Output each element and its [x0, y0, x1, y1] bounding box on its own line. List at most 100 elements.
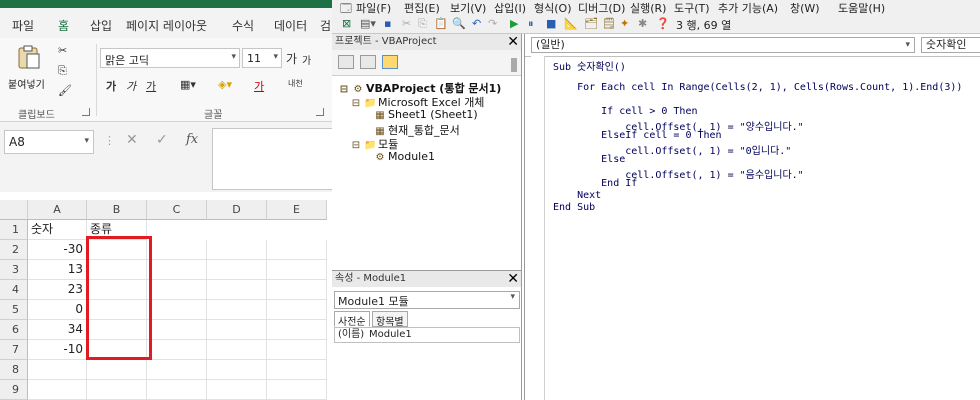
- copy-icon[interactable]: ⎘: [418, 17, 427, 31]
- row-header[interactable]: 5: [0, 300, 28, 320]
- code-line[interactable]: Next: [553, 190, 601, 201]
- code-line[interactable]: Else: [553, 154, 625, 165]
- row-header[interactable]: 1: [0, 220, 28, 240]
- close-icon[interactable]: ✕: [507, 271, 519, 287]
- italic-button[interactable]: 가: [126, 78, 136, 94]
- excel-view-icon[interactable]: ⊠: [342, 17, 351, 30]
- row-header[interactable]: 6: [0, 320, 28, 340]
- menu-run[interactable]: 실행(R): [630, 0, 666, 14]
- insert-object-icon[interactable]: ▤▾: [360, 17, 376, 30]
- tab-insert[interactable]: 삽입: [90, 17, 112, 34]
- object-browser-icon[interactable]: ✦: [620, 17, 629, 30]
- cell-a7[interactable]: -10: [28, 340, 87, 360]
- help-icon[interactable]: ❓: [656, 17, 670, 30]
- stop-icon[interactable]: ■: [546, 17, 556, 30]
- run-icon[interactable]: ▶: [510, 17, 518, 30]
- cell-a3[interactable]: 13: [28, 260, 87, 280]
- tab-formulas[interactable]: 수식: [232, 17, 254, 34]
- menu-window[interactable]: 창(W): [790, 0, 820, 14]
- column-header-d[interactable]: D: [207, 200, 267, 220]
- properties-object-select[interactable]: Module1 모듈 ▾: [334, 291, 520, 309]
- select-all-corner[interactable]: [0, 200, 28, 220]
- phonetic-button[interactable]: 내천: [288, 78, 303, 89]
- clipboard-launcher-icon[interactable]: [82, 108, 90, 116]
- paste-button[interactable]: 붙여넣기: [8, 44, 54, 100]
- border-icon[interactable]: ▦▾: [180, 78, 196, 91]
- tab-review[interactable]: 검: [320, 17, 331, 34]
- collapse-icon[interactable]: ⊟: [350, 98, 362, 109]
- code-line[interactable]: For Each cell In Range(Cells(2, 1), Cell…: [553, 82, 962, 93]
- tab-categorized[interactable]: 항목별: [372, 311, 408, 328]
- cell-a8[interactable]: [28, 360, 87, 380]
- empty-cells[interactable]: [87, 240, 327, 400]
- toolbox-icon[interactable]: ✱: [638, 17, 647, 30]
- toggle-folders-button[interactable]: [382, 55, 398, 69]
- tab-file[interactable]: 파일: [12, 17, 34, 34]
- view-code-button[interactable]: [338, 55, 354, 69]
- tab-data[interactable]: 데이터: [274, 17, 307, 34]
- bold-button[interactable]: 가: [106, 78, 116, 94]
- redo-icon[interactable]: ↷: [488, 17, 497, 30]
- design-mode-icon[interactable]: 📐: [564, 17, 578, 30]
- properties-icon[interactable]: 🗒: [602, 17, 616, 30]
- menu-insert[interactable]: 삽입(I): [494, 0, 526, 14]
- tree-module1[interactable]: ⚙ Module1: [374, 150, 435, 163]
- grow-font-button[interactable]: 가: [286, 50, 297, 67]
- column-header-a[interactable]: A: [28, 200, 87, 220]
- cell-b1[interactable]: 종류: [87, 220, 147, 240]
- scrollbar-thumb[interactable]: [511, 58, 517, 72]
- column-header-b[interactable]: B: [87, 200, 147, 220]
- collapse-icon[interactable]: ⊟: [350, 140, 362, 151]
- object-select[interactable]: (일반) ▾: [531, 37, 915, 53]
- code-line[interactable]: ElseIf cell = 0 Then: [553, 130, 721, 141]
- undo-icon[interactable]: ↶: [472, 17, 481, 30]
- menu-addins[interactable]: 추가 기능(A): [718, 0, 778, 14]
- column-header-c[interactable]: C: [147, 200, 207, 220]
- cell-a6[interactable]: 34: [28, 320, 87, 340]
- shrink-font-button[interactable]: 가: [302, 52, 311, 67]
- font-size-select[interactable]: 11 ▾: [242, 48, 282, 68]
- procedure-select[interactable]: 숫자확인: [921, 37, 980, 53]
- font-color-button[interactable]: 가: [254, 78, 264, 94]
- cell-a9[interactable]: [28, 380, 87, 400]
- row-header[interactable]: 7: [0, 340, 28, 360]
- code-line[interactable]: If cell > 0 Then: [553, 106, 697, 117]
- collapse-icon[interactable]: ⊟: [338, 84, 350, 95]
- paste-icon[interactable]: 📋: [434, 17, 448, 30]
- pause-icon[interactable]: ⏸: [528, 17, 534, 31]
- format-painter-icon[interactable]: 🖌: [58, 84, 72, 97]
- save-icon[interactable]: ▪: [384, 17, 391, 30]
- property-row-name[interactable]: (이름) Module1: [334, 327, 520, 343]
- menu-format[interactable]: 형식(O): [534, 0, 571, 14]
- formula-input[interactable]: [212, 128, 332, 190]
- project-explorer-icon[interactable]: 🗂: [584, 17, 598, 30]
- cancel-icon[interactable]: ✕: [126, 132, 138, 148]
- menu-edit[interactable]: 편집(E): [404, 0, 440, 14]
- font-launcher-icon[interactable]: [316, 108, 324, 116]
- tree-sheet1[interactable]: ▦ Sheet1 (Sheet1): [374, 108, 477, 121]
- cell-a1[interactable]: 숫자: [28, 220, 87, 240]
- code-line[interactable]: End If: [553, 178, 637, 189]
- menu-help[interactable]: 도움말(H): [838, 0, 885, 14]
- insert-function-button[interactable]: fx: [186, 132, 198, 147]
- menu-debug[interactable]: 디버그(D): [578, 0, 625, 14]
- tab-home[interactable]: 홈: [58, 17, 70, 40]
- close-icon[interactable]: ✕: [507, 34, 519, 50]
- view-object-button[interactable]: [360, 55, 376, 69]
- row-header[interactable]: 4: [0, 280, 28, 300]
- cell-a5[interactable]: 0: [28, 300, 87, 320]
- menu-tools[interactable]: 도구(T): [674, 0, 710, 14]
- code-line[interactable]: Sub 숫자확인(): [553, 58, 626, 73]
- find-icon[interactable]: 🔍: [452, 17, 466, 30]
- underline-button[interactable]: 가: [146, 78, 156, 94]
- menu-file[interactable]: 파일(F): [356, 0, 391, 14]
- font-name-select[interactable]: 맑은 고딕 ▾: [100, 48, 240, 68]
- row-header[interactable]: 8: [0, 360, 28, 380]
- tab-alphabetic[interactable]: 사전순: [334, 311, 370, 328]
- cell-a4[interactable]: 23: [28, 280, 87, 300]
- code-line[interactable]: End Sub: [553, 202, 595, 213]
- cell-a2[interactable]: -30: [28, 240, 87, 260]
- tab-page-layout[interactable]: 페이지 레이아웃: [126, 17, 207, 34]
- fill-color-icon[interactable]: ◈▾: [218, 78, 232, 91]
- cut-icon[interactable]: ✂: [58, 44, 67, 57]
